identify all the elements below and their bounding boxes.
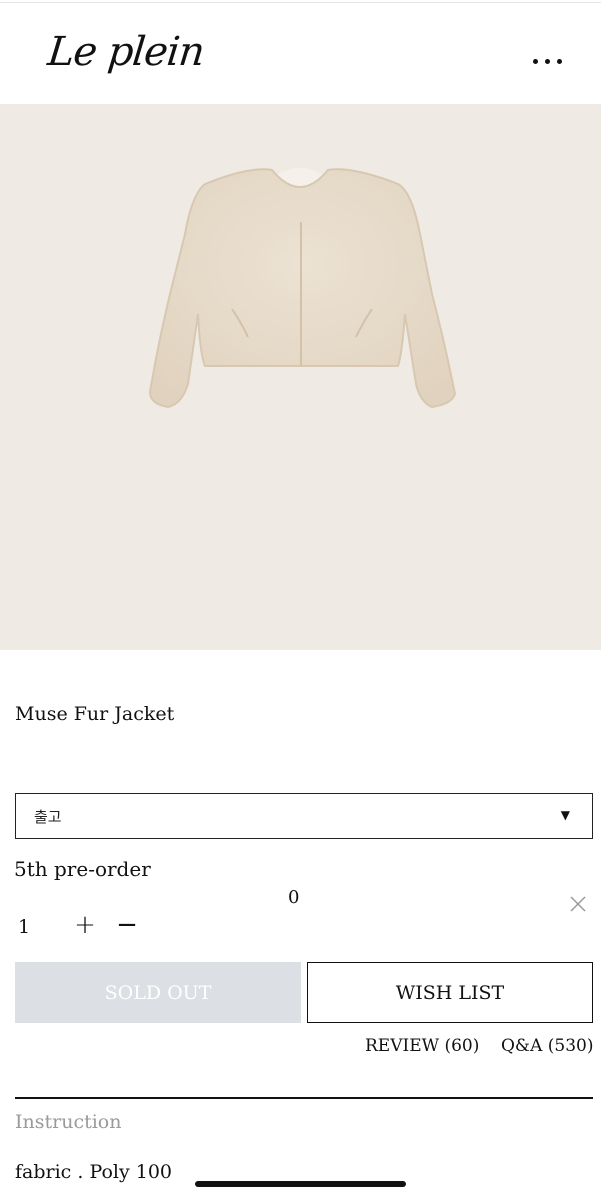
header: Le plein (0, 3, 601, 104)
fur-jacket-image (148, 168, 457, 409)
selected-item-label: 5th pre-order (14, 857, 151, 881)
quantity-value: 1 (18, 916, 31, 938)
close-icon (570, 896, 586, 912)
product-image (0, 104, 601, 650)
more-dot (557, 59, 562, 64)
option-select[interactable]: 출고 ▼ (15, 793, 593, 839)
qa-link[interactable]: Q&A (530) (501, 1036, 593, 1056)
section-divider (15, 1097, 593, 1099)
remove-item-button[interactable] (567, 893, 589, 915)
product-name: Muse Fur Jacket (15, 703, 175, 725)
review-link[interactable]: REVIEW (60) (365, 1036, 479, 1056)
caret-down-icon: ▼ (560, 808, 570, 822)
quantity-decrease-button[interactable]: − (116, 912, 138, 938)
brand-logo[interactable]: Le plein (46, 29, 206, 75)
wishlist-button[interactable]: WISH LIST (307, 962, 593, 1023)
option-select-value: 출고 (34, 808, 62, 826)
fabric-info: fabric . Poly 100 (15, 1161, 173, 1183)
selected-item-price: 0 (288, 887, 300, 908)
more-horizontal-icon (533, 59, 538, 64)
quantity-increase-button[interactable]: + (74, 912, 96, 938)
more-menu-button[interactable] (528, 47, 568, 77)
home-indicator[interactable] (195, 1181, 406, 1187)
sold-out-button[interactable]: SOLD OUT (15, 962, 301, 1023)
instruction-heading: Instruction (15, 1111, 122, 1133)
more-dot (545, 59, 550, 64)
